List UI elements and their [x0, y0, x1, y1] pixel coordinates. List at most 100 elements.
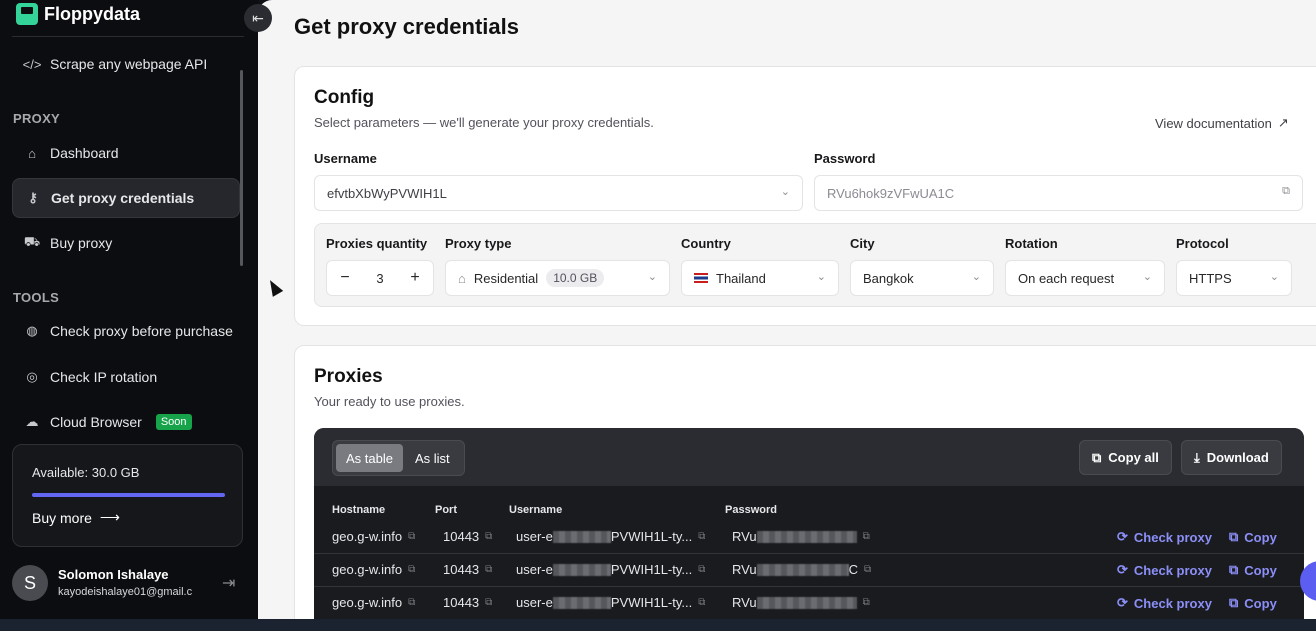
cart-icon: ⛟ [23, 234, 41, 249]
download-label: Download [1206, 450, 1269, 465]
sidebar-item-check-ip-rotation[interactable]: ◎ Check IP rotation [12, 357, 240, 397]
username-start: user-e [516, 595, 553, 610]
city-label: City [850, 236, 875, 251]
available-traffic-card: Available: 30.0 GB Buy more ⟶ [12, 444, 243, 547]
column-header-password: Password [725, 504, 777, 516]
sidebar-item-check-proxy[interactable]: ◍ Check proxy before purchase [12, 311, 240, 351]
copy-icon[interactable]: ⧉ [408, 564, 415, 575]
copy-icon[interactable]: ⧉ [485, 597, 492, 608]
view-as-table-button[interactable]: As table [336, 444, 403, 472]
table-row: geo.g-w.info ⧉ 10443 ⧉ user-e PVWIH1L-ty...… [314, 554, 1304, 587]
copy-all-button[interactable]: ⧉ Copy all [1079, 440, 1172, 475]
username-cell: user-e PVWIH1L-ty... ⧉ [516, 529, 705, 544]
hostname-cell: geo.g-w.info ⧉ [332, 529, 415, 544]
copy-label: Copy [1244, 562, 1277, 578]
copy-icon: ⧉ [1092, 449, 1102, 465]
building-icon: ⌂ [458, 270, 466, 286]
chevron-down-icon: ⌄ [647, 271, 657, 283]
proxies-title: Proxies [314, 366, 383, 387]
proxy-type-select[interactable]: ⌂ Residential 10.0 GB ⌄ [445, 260, 670, 296]
copy-row-button[interactable]: ⧉ Copy [1229, 595, 1277, 611]
arrow-right-icon: ⟶ [99, 509, 120, 525]
username-end: PVWIH1L-ty... [610, 595, 693, 610]
user-profile[interactable]: S Solomon Ishalaye kayodeishalaye01@gmai… [12, 563, 252, 603]
copy-icon[interactable]: ⧉ [698, 564, 705, 575]
copy-icon: ⧉ [1229, 529, 1239, 544]
sidebar-item-label: Buy proxy [50, 235, 113, 251]
copy-icon[interactable]: ⧉ [485, 531, 492, 542]
check-proxy-button[interactable]: ⟳ Check proxy [1117, 529, 1212, 545]
proxies-toolbar: As table As list ⧉ Copy all ⤓ Download [314, 428, 1304, 486]
config-card: Config Select parameters — we'll generat… [294, 66, 1316, 326]
check-proxy-button[interactable]: ⟳ Check proxy [1117, 562, 1212, 578]
plus-icon[interactable]: + [397, 269, 433, 287]
check-proxy-label: Check proxy [1133, 595, 1212, 611]
collapse-sidebar-icon[interactable]: ⇤ [244, 4, 272, 32]
copy-icon[interactable]: ⧉ [698, 531, 705, 542]
check-proxy-label: Check proxy [1133, 562, 1212, 578]
minus-icon[interactable]: − [327, 269, 363, 287]
brand[interactable]: Floppydata [16, 0, 140, 28]
config-subtitle: Select parameters — we'll generate your … [314, 115, 654, 130]
check-proxy-button[interactable]: ⟳ Check proxy [1117, 595, 1212, 611]
redacted-text [552, 563, 611, 576]
copy-icon[interactable]: ⧉ [863, 531, 870, 542]
check-proxy-label: Check proxy [1133, 529, 1212, 545]
sidebar-scrollbar[interactable] [240, 70, 243, 266]
hostname-value: geo.g-w.info [332, 595, 403, 610]
hostname-value: geo.g-w.info [332, 562, 403, 577]
proxies-panel: As table As list ⧉ Copy all ⤓ Download H… [314, 428, 1304, 619]
divider [12, 36, 244, 37]
buy-more-link[interactable]: Buy more ⟶ [32, 509, 120, 526]
rotation-select[interactable]: On each request ⌄ [1005, 260, 1165, 296]
sidebar: Floppydata ⇤ </> Scrape any webpage API … [0, 0, 272, 631]
sidebar-item-buy-proxy[interactable]: ⛟ Buy proxy [12, 223, 240, 263]
traffic-badge: 10.0 GB [546, 269, 605, 287]
logout-icon[interactable]: ⇥ [222, 573, 235, 593]
password-value: RVu6hok9zVFwUA1C [827, 185, 955, 201]
home-icon: ⌂ [28, 145, 36, 161]
password-start: RVu [732, 529, 757, 544]
quantity-value: 3 [376, 270, 384, 286]
section-label-tools: TOOLS [13, 290, 60, 305]
redacted-text [756, 563, 849, 576]
copy-icon[interactable]: ⧉ [408, 597, 415, 608]
copy-icon[interactable]: ⧉ [485, 564, 492, 575]
sidebar-item-get-proxy-credentials[interactable]: ⚷ Get proxy credentials [12, 178, 240, 218]
sidebar-item-label: Get proxy credentials [51, 190, 195, 206]
refresh-icon: ⟳ [1117, 562, 1128, 577]
proxies-card: Proxies Your ready to use proxies. As ta… [294, 345, 1316, 619]
copy-row-button[interactable]: ⧉ Copy [1229, 529, 1277, 545]
refresh-icon: ⟳ [1117, 595, 1128, 610]
country-select[interactable]: Thailand ⌄ [681, 260, 839, 296]
sidebar-item-scrape-api[interactable]: </> Scrape any webpage API [12, 44, 240, 84]
download-icon: ⤓ [1194, 449, 1200, 465]
rotation-label: Rotation [1005, 236, 1058, 251]
username-select[interactable]: efvtbXbWyPVWIH1L ⌄ [314, 175, 803, 211]
sidebar-item-label: Check proxy before purchase [50, 323, 233, 339]
copy-icon[interactable]: ⧉ [863, 597, 870, 608]
proxy-parameters: Proxies quantity − 3 + Proxy type ⌂ Resi… [314, 223, 1316, 307]
sidebar-item-cloud-browser[interactable]: ☁ Cloud Browser Soon [12, 402, 240, 442]
city-select[interactable]: Bangkok ⌄ [850, 260, 994, 296]
copy-icon[interactable]: ⧉ [1282, 185, 1290, 198]
copy-icon[interactable]: ⧉ [698, 597, 705, 608]
username-end: PVWIH1L-ty... [610, 529, 693, 544]
chevron-down-icon: ⌄ [1142, 271, 1152, 283]
download-button[interactable]: ⤓ Download [1181, 440, 1282, 475]
quantity-stepper[interactable]: − 3 + [326, 260, 434, 296]
password-field[interactable]: RVu6hok9zVFwUA1C ⧉ [814, 175, 1303, 211]
protocol-select[interactable]: HTTPS ⌄ [1176, 260, 1292, 296]
password-label: Password [814, 151, 876, 166]
copy-row-button[interactable]: ⧉ Copy [1229, 562, 1277, 578]
sidebar-item-dashboard[interactable]: ⌂ Dashboard [12, 133, 240, 173]
copy-icon[interactable]: ⧉ [864, 564, 871, 575]
username-label: Username [314, 151, 377, 166]
chevron-down-icon: ⌄ [816, 271, 826, 283]
view-documentation-link[interactable]: View documentation ↗ [1155, 115, 1289, 131]
copy-icon[interactable]: ⧉ [408, 531, 415, 542]
username-end: PVWIH1L-ty... [610, 562, 693, 577]
city-value: Bangkok [863, 270, 914, 286]
view-as-list-button[interactable]: As list [405, 444, 460, 472]
column-header-username: Username [509, 504, 563, 516]
